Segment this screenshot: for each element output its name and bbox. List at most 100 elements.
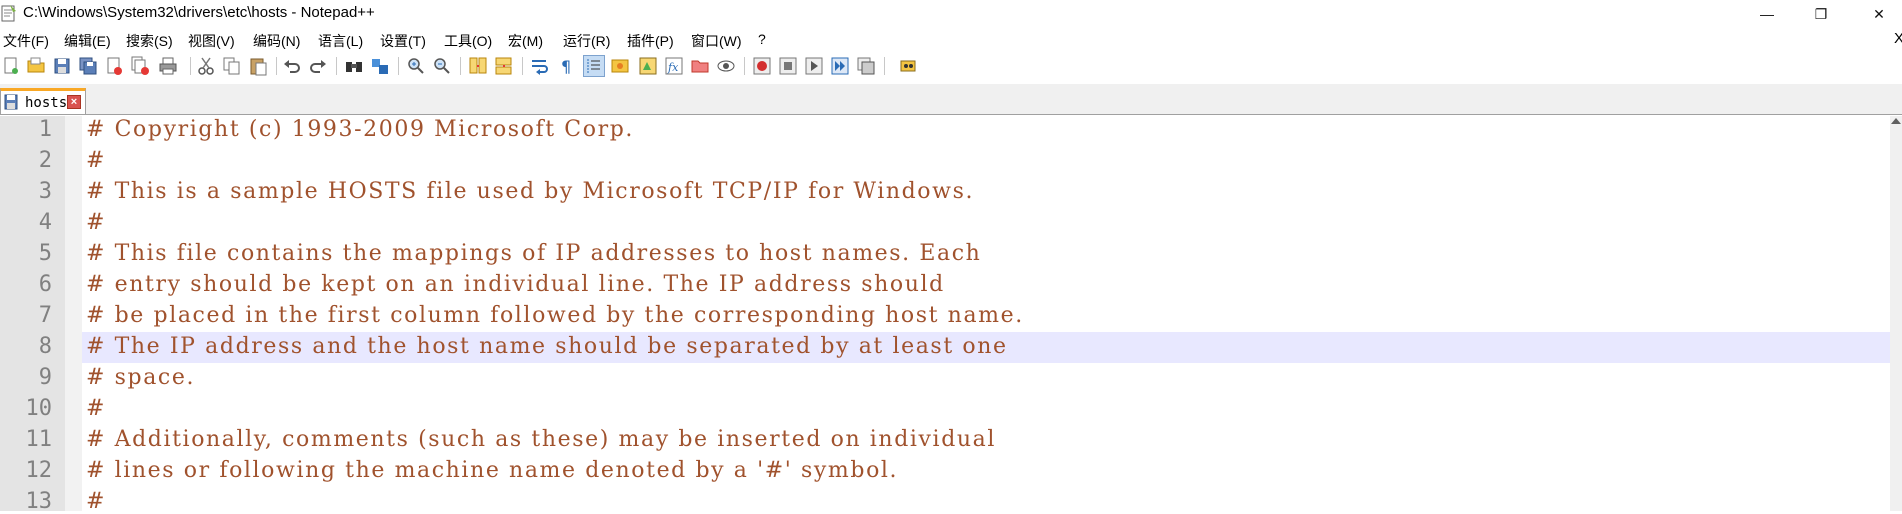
menu-bar: 文件(F) 编辑(E) 搜索(S) 视图(V) 编码(N) 语言(L) 设置(T… [0,29,1902,51]
saved-file-icon [4,94,18,110]
word-wrap-icon[interactable] [530,56,550,76]
scroll-up-arrow-icon[interactable] [1891,118,1901,124]
monitoring-eye-icon[interactable] [716,56,736,76]
code-line[interactable]: # Additionally, comments (such as these)… [86,427,996,452]
run-macro-multiple-icon[interactable] [830,56,850,76]
save-icon[interactable] [52,56,72,76]
line-number: 7 [38,303,52,328]
menu-settings[interactable]: 设置(T) [380,31,426,51]
line-number: 8 [38,334,52,359]
line-number: 12 [25,458,53,483]
zoom-out-icon[interactable] [432,56,452,76]
menu-tools[interactable]: 工具(O) [444,31,492,51]
editor-area[interactable]: 1 2 3 4 5 6 7 8 9 10 11 12 13 # Copyrigh… [0,116,1902,514]
restore-icon: ❐ [1814,5,1828,22]
user-defined-language-icon[interactable] [610,56,630,76]
record-macro-icon[interactable] [752,56,772,76]
menu-help[interactable]: ? [758,31,766,47]
stop-macro-icon[interactable] [778,56,798,76]
show-all-characters-icon[interactable]: ¶ [556,56,576,76]
toolbar-separator [276,57,277,75]
paste-icon[interactable] [248,56,268,76]
code-line[interactable]: # [86,148,106,173]
close-all-icon[interactable] [130,56,150,76]
menu-run[interactable]: 运行(R) [563,31,610,51]
play-macro-icon[interactable] [804,56,824,76]
toolbar-separator [884,57,885,75]
line-number: 9 [38,365,52,390]
zoom-in-icon[interactable] [406,56,426,76]
replace-icon[interactable] [370,56,390,76]
tab-close-icon[interactable]: × [67,95,81,109]
line-number: 3 [38,179,52,204]
line-number: 5 [38,241,52,266]
menu-search[interactable]: 搜索(S) [126,31,173,51]
close-document-button[interactable]: X [1894,30,1902,47]
line-number: 1 [38,117,52,142]
menu-file[interactable]: 文件(F) [3,31,49,51]
new-file-icon[interactable] [1,56,21,76]
notepadpp-app-icon [1,5,16,22]
menu-edit[interactable]: 编辑(E) [64,31,111,51]
line-number: 4 [38,210,52,235]
toolbar-separator [744,57,745,75]
code-line[interactable]: # [86,396,106,421]
tab-label: hosts [25,95,68,111]
toolbar-separator [460,57,461,75]
tab-bar: hosts × [0,84,1902,115]
window-title: C:\Windows\System32\drivers\etc\hosts - … [23,4,375,21]
svg-text:fx: fx [667,61,679,74]
code-line[interactable]: # [86,210,106,235]
line-number: 10 [25,396,53,421]
toolbar-separator [398,57,399,75]
toolbar-separator [190,57,191,75]
menu-encoding[interactable]: 编码(N) [253,31,300,51]
folder-as-workspace-icon[interactable] [690,56,710,76]
menu-language[interactable]: 语言(L) [318,31,363,51]
code-line[interactable]: # entry should be kept on an individual … [86,272,945,297]
line-number: 2 [38,148,52,173]
copy-icon[interactable] [222,56,242,76]
code-line-current[interactable]: # The IP address and the host name shoul… [86,334,1008,359]
tab-hosts[interactable]: hosts × [0,88,86,114]
close-file-icon[interactable] [104,56,124,76]
sync-horizontal-icon[interactable] [494,56,514,76]
print-icon[interactable] [158,56,178,76]
close-icon: ✕ [1873,5,1885,22]
line-number: 11 [25,427,53,452]
vertical-scrollbar[interactable] [1890,116,1902,511]
menu-macro[interactable]: 宏(M) [508,31,543,51]
fold-margin [65,116,82,511]
title-bar: C:\Windows\System32\drivers\etc\hosts - … [0,0,1902,28]
close-window-button[interactable]: ✕ [1856,0,1902,28]
maximize-button[interactable]: ❐ [1798,0,1844,28]
save-all-icon[interactable] [78,56,98,76]
redo-icon[interactable] [308,56,328,76]
menu-plugins[interactable]: 插件(P) [627,31,674,51]
toolbar-separator [336,57,337,75]
code-line[interactable]: # Copyright (c) 1993-2009 Microsoft Corp… [86,117,634,142]
undo-icon[interactable] [282,56,302,76]
function-list-icon[interactable]: fx [664,56,684,76]
indent-guide-icon[interactable] [583,55,605,77]
code-line[interactable]: # lines or following the machine name de… [86,458,898,483]
code-line[interactable]: # be placed in the first column followed… [86,303,1024,328]
line-number: 6 [38,272,52,297]
code-line[interactable]: # This file contains the mappings of IP … [86,241,981,266]
sync-vertical-icon[interactable] [468,56,488,76]
open-file-icon[interactable] [26,56,46,76]
menu-view[interactable]: 视图(V) [188,31,235,51]
find-icon[interactable] [344,56,364,76]
line-number: 13 [25,489,53,514]
code-line[interactable]: # space. [86,365,195,390]
menu-window[interactable]: 窗口(W) [691,31,742,51]
svg-text:¶: ¶ [561,57,571,76]
code-line[interactable]: # [86,489,106,514]
cut-icon[interactable] [196,56,216,76]
minimize-button[interactable]: — [1744,0,1790,28]
document-map-icon[interactable] [638,56,658,76]
toolbar-separator [522,57,523,75]
save-macro-icon[interactable] [856,56,876,76]
code-line[interactable]: # This is a sample HOSTS file used by Mi… [86,179,974,204]
spell-check-icon[interactable] [898,56,918,76]
